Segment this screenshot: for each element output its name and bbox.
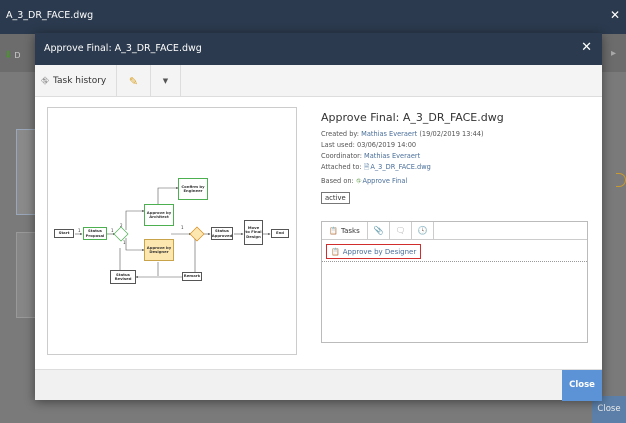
tab-attachments[interactable]: 📎: [368, 222, 390, 239]
outer-download-label: D: [14, 51, 21, 60]
tasks-tabs: 📋 Tasks 📎 🗨 🕓: [322, 222, 587, 240]
node-remark[interactable]: Remark: [182, 272, 202, 281]
caret-down-icon: ▼: [162, 77, 169, 85]
download-icon: ⬇: [4, 50, 13, 61]
close-button[interactable]: Close: [562, 370, 602, 401]
coordinator-line: Coordinator: Mathias Everaert: [321, 152, 591, 160]
paperclip-icon: 📎: [373, 226, 384, 235]
node-status-revised[interactable]: Status Revised: [110, 270, 136, 284]
edge-label: 2: [120, 223, 123, 228]
dialog-close-icon[interactable]: ✕: [581, 40, 592, 55]
task-title: Approve Final: A_3_DR_FACE.dwg: [321, 111, 504, 124]
node-end[interactable]: End: [271, 229, 289, 238]
attached-label: Attached to:: [321, 163, 364, 171]
coordinator-link[interactable]: Mathias Everaert: [364, 152, 420, 160]
dialog-toolbar: ⛗ Task history ✎ ▼: [35, 65, 602, 97]
more-dropdown-button[interactable]: ▼: [151, 65, 181, 97]
comment-icon: 🗨: [395, 226, 406, 235]
task-item-label: Approve by Designer: [342, 247, 417, 256]
node-approve-by-architect[interactable]: Approve by Architect: [144, 204, 174, 226]
node-move-to-final-design[interactable]: Move to Final Design: [244, 220, 263, 245]
task-dialog: Approve Final: A_3_DR_FACE.dwg ✕ ⛗ Task …: [35, 33, 602, 401]
tab-tasks-label: Tasks: [340, 226, 360, 235]
tab-history[interactable]: 🕓: [412, 222, 434, 239]
attached-file-link[interactable]: A_3_DR_FACE.dwg: [370, 163, 430, 171]
workflow-diagram: Start Status Proposal Approve by Archite…: [47, 107, 297, 355]
edge-label: 1: [181, 225, 184, 230]
pencil-icon: ✎: [128, 74, 139, 88]
node-status-proposal[interactable]: Status Proposal: [83, 227, 107, 240]
outer-window-titlebar: A_3_DR_FACE.dwg ✕: [0, 0, 626, 34]
workflow-icon: ⛗: [355, 177, 362, 185]
tasks-panel: 📋 Tasks 📎 🗨 🕓 📋 Approve by Designer: [321, 221, 588, 343]
document-icon: 🗎: [363, 163, 370, 171]
node-start[interactable]: Start: [54, 229, 74, 238]
status-badge: active: [321, 192, 350, 204]
dialog-title: Approve Final: A_3_DR_FACE.dwg: [44, 43, 202, 54]
divider: [322, 261, 587, 262]
dialog-content: Start Status Proposal Approve by Archite…: [35, 97, 602, 369]
last-used-line: Last used: 03/06/2019 14:00: [321, 141, 417, 149]
node-confirm-by-engineer[interactable]: Confirm by Engineer: [178, 178, 208, 200]
outer-download-button[interactable]: ⬇ D: [4, 50, 21, 61]
based-on-link[interactable]: Approve Final: [362, 177, 407, 185]
node-approve-by-designer[interactable]: Approve by Designer: [144, 239, 174, 261]
dialog-header: Approve Final: A_3_DR_FACE.dwg ✕: [35, 33, 602, 65]
task-history-button[interactable]: ⛗ Task history: [35, 65, 117, 97]
clipboard-icon: 📋: [331, 247, 340, 256]
outer-close-icon[interactable]: ✕: [610, 8, 620, 22]
node-status-approved[interactable]: Status Approved: [211, 227, 233, 240]
created-by-line: Created by: Mathias Everaert (19/02/2019…: [321, 130, 591, 138]
created-date: (19/02/2019 13:44): [417, 130, 484, 138]
workflow-icon: ⛗: [41, 75, 49, 87]
clipboard-icon: 📋: [329, 226, 338, 235]
coordinator-label: Coordinator:: [321, 152, 365, 160]
edge-label: 1: [111, 228, 114, 233]
task-history-label: Task history: [53, 76, 107, 86]
dialog-footer: Close: [35, 369, 602, 401]
created-by-link[interactable]: Mathias Everaert: [361, 130, 417, 138]
based-label: Based on:: [321, 177, 356, 185]
task-item-approve-by-designer[interactable]: 📋 Approve by Designer: [326, 244, 422, 259]
based-on-line: Based on: ⛗Approve Final: [321, 177, 591, 186]
edge-label: 1: [123, 240, 126, 245]
tab-tasks[interactable]: 📋 Tasks: [322, 222, 368, 239]
edit-button[interactable]: ✎: [117, 65, 151, 97]
outer-window-title: A_3_DR_FACE.dwg: [6, 10, 94, 21]
document-clock-icon: 🕓: [417, 226, 428, 235]
task-details: Approve Final: A_3_DR_FACE.dwg Created b…: [321, 111, 591, 204]
attached-line: Attached to: 🗎A_3_DR_FACE.dwg: [321, 163, 591, 174]
outer-chevron-right-icon[interactable]: ▸: [611, 48, 616, 59]
edge-label: 1: [78, 228, 81, 233]
created-label: Created by:: [321, 130, 362, 138]
tab-comments[interactable]: 🗨: [390, 222, 412, 239]
